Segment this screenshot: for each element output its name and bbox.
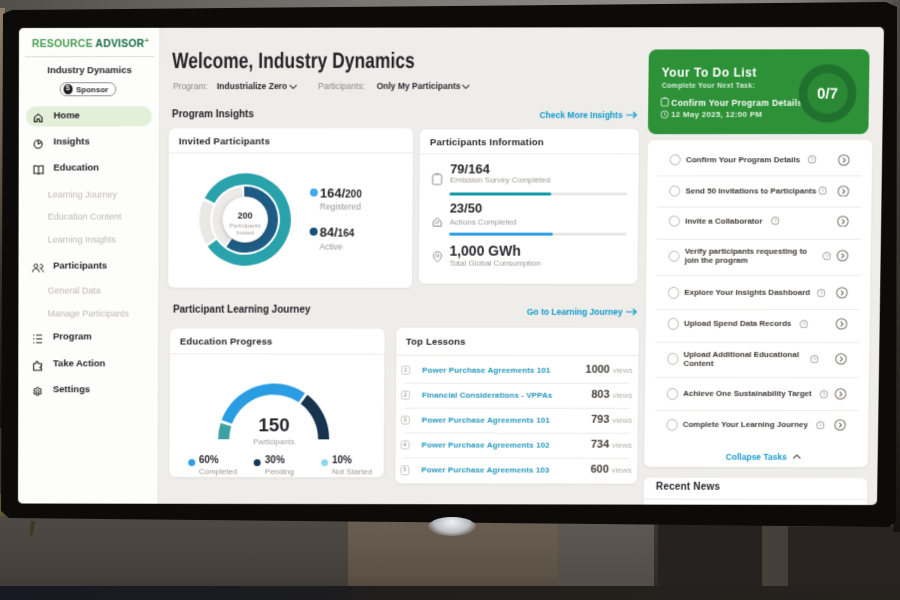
svg-text:Participants: Participants <box>229 223 260 229</box>
svg-text:?: ? <box>774 219 777 225</box>
svg-text:?: ? <box>802 322 805 328</box>
svg-text:?: ? <box>822 392 825 398</box>
svg-text:?: ? <box>819 423 822 429</box>
svg-text:?: ? <box>813 357 816 363</box>
svg-text:?: ? <box>811 158 814 164</box>
svg-text:Invited: Invited <box>236 230 254 236</box>
svg-text:?: ? <box>820 291 823 297</box>
svg-text:0/7: 0/7 <box>817 86 838 103</box>
svg-text:?: ? <box>821 189 824 195</box>
svg-text:?: ? <box>825 254 828 260</box>
svg-text:200: 200 <box>238 210 253 220</box>
